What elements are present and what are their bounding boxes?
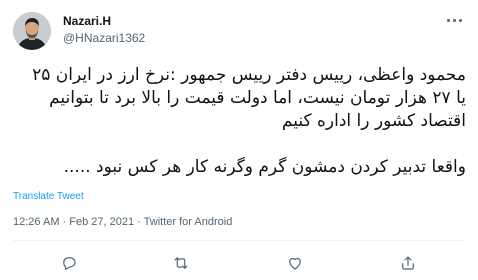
user-handle[interactable]: @HNazari1362 [63, 31, 145, 45]
more-options-icon[interactable] [444, 14, 464, 26]
tweet-text: محمود واعظی، رییس دفتر رییس جمهور :نرخ ا… [32, 65, 466, 177]
avatar[interactable] [13, 12, 51, 50]
reply-icon[interactable] [58, 252, 80, 274]
translate-tweet-link[interactable]: Translate Tweet [13, 191, 84, 202]
like-icon[interactable] [284, 252, 306, 274]
share-icon[interactable] [397, 252, 419, 274]
more-dot [458, 18, 462, 22]
divider [13, 240, 465, 241]
more-dot [452, 18, 456, 22]
display-name[interactable]: Nazari.H [63, 14, 111, 28]
more-dot [446, 18, 450, 22]
action-bar [0, 248, 478, 278]
avatar-photo [13, 12, 51, 50]
retweet-icon[interactable] [170, 252, 192, 274]
tweet-timestamp[interactable]: 12:26 AM · Feb 27, 2021 · Twitter for An… [13, 216, 232, 228]
